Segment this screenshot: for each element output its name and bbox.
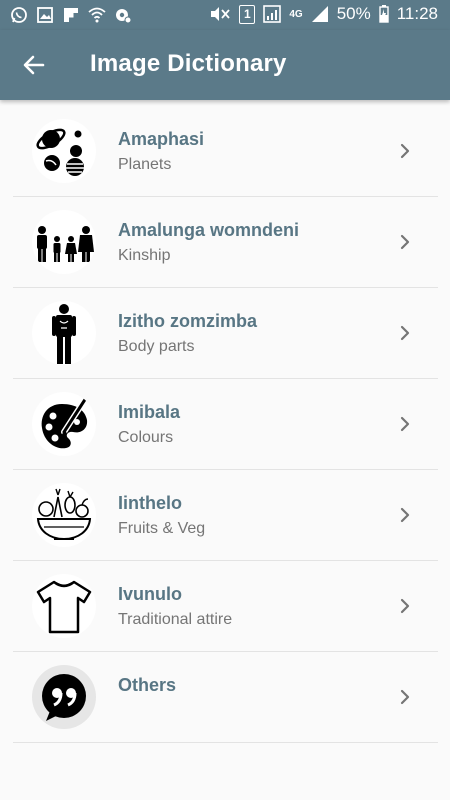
divider: [13, 742, 438, 743]
palette-icon: [41, 395, 89, 449]
avatar: [32, 574, 96, 638]
avatar: [32, 483, 96, 547]
page-title: Image Dictionary: [90, 50, 287, 77]
category-list: Amaphasi Planets Amalunga womndeni Kinsh…: [0, 106, 450, 743]
signal-strength-icon: [311, 6, 328, 22]
avatar: [32, 301, 96, 365]
wifi-call-icon: [88, 7, 106, 23]
chevron-right-icon: [400, 416, 410, 432]
avatar: [32, 392, 96, 456]
gallery-icon: [37, 7, 53, 23]
chevron-right-icon: [400, 507, 410, 523]
clock: 11:28: [396, 4, 438, 23]
whatsapp-icon: [11, 7, 27, 23]
chevron-right-icon: [400, 598, 410, 614]
category-subtitle: Kinship: [118, 247, 171, 264]
avatar: [32, 210, 96, 274]
category-title: Izitho zomzimba: [118, 311, 257, 331]
category-item-others[interactable]: Others: [0, 652, 450, 743]
signal-icon: [263, 5, 282, 23]
status-bar: 1 4G 50% 11:28: [0, 0, 450, 30]
category-title: Others: [118, 675, 177, 695]
settings-notify-icon: [116, 9, 132, 24]
category-item-body-parts[interactable]: Izitho zomzimba Body parts: [0, 288, 450, 379]
flipboard-icon: [64, 8, 78, 22]
chevron-right-icon: [400, 689, 410, 705]
category-title: Ivunulo: [118, 584, 182, 604]
category-subtitle: Colours: [118, 429, 174, 446]
category-title: Imibala: [118, 402, 181, 422]
category-title: Amalunga womndeni: [118, 220, 300, 240]
category-item-attire[interactable]: Ivunulo Traditional attire: [0, 561, 450, 652]
avatar: [32, 665, 96, 729]
quote-bubble-icon: [42, 674, 86, 721]
tshirt-icon: [36, 580, 92, 634]
status-right-icons: 1 4G 50% 11:28: [209, 4, 438, 24]
category-subtitle: Planets: [118, 156, 172, 173]
mute-icon: [211, 7, 231, 21]
category-subtitle: Fruits & Veg: [118, 520, 206, 537]
family-icon: [37, 226, 94, 262]
category-item-colours[interactable]: Imibala Colours: [0, 379, 450, 470]
chevron-right-icon: [400, 325, 410, 341]
category-subtitle: Body parts: [118, 338, 195, 355]
app-bar: Image Dictionary: [0, 30, 450, 100]
sim-slot-badge: 1: [239, 4, 256, 24]
category-item-fruits-veg[interactable]: Iinthelo Fruits & Veg: [0, 470, 450, 561]
category-item-kinship[interactable]: Amalunga womndeni Kinship: [0, 197, 450, 288]
network-type-label: 4G: [289, 8, 303, 20]
chevron-right-icon: [400, 234, 410, 250]
status-left-icons: [10, 6, 132, 24]
battery-icon: [379, 5, 389, 23]
category-title: Amaphasi: [118, 129, 205, 149]
chevron-right-icon: [400, 143, 410, 159]
planets-icon: [36, 128, 84, 176]
body-icon: [52, 304, 76, 364]
avatar: [32, 119, 96, 183]
salad-bowl-icon: [36, 488, 92, 541]
category-title: Iinthelo: [118, 493, 182, 513]
category-item-planets[interactable]: Amaphasi Planets: [0, 106, 450, 197]
battery-percent: 50%: [336, 4, 371, 23]
category-subtitle: Traditional attire: [118, 611, 233, 628]
arrow-back-icon[interactable]: [22, 53, 46, 77]
